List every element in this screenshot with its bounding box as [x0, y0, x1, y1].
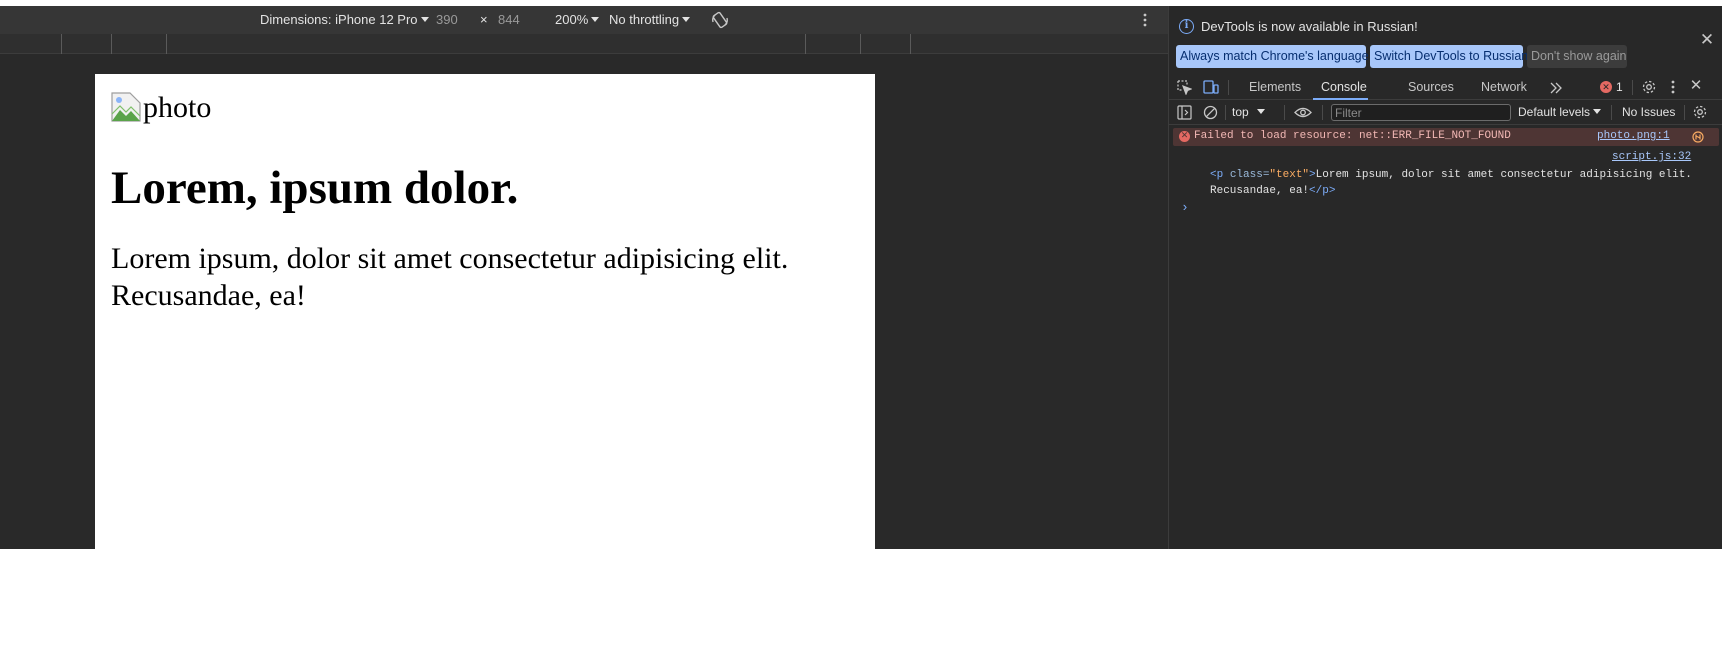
error-icon: ✕ — [1179, 131, 1190, 142]
language-info-bar: i DevTools is now available in Russian! … — [1169, 6, 1722, 74]
more-options-icon[interactable] — [1137, 12, 1153, 28]
chevron-down-icon — [1593, 109, 1602, 114]
console-messages: ✕ Failed to load resource: net::ERR_FILE… — [1169, 126, 1722, 549]
toolbar-divider — [1225, 105, 1226, 120]
log-source-link[interactable]: script.js:32 — [1612, 151, 1691, 163]
devtools-panel: i DevTools is now available in Russian! … — [1168, 6, 1722, 549]
clear-console-icon[interactable] — [1203, 105, 1218, 120]
page-paragraph: Lorem ipsum, dolor sit amet consectetur … — [111, 242, 789, 312]
console-prompt[interactable]: › — [1181, 200, 1189, 215]
sidebar-toggle-icon[interactable] — [1177, 105, 1192, 120]
tab-console[interactable]: Console — [1321, 80, 1367, 94]
toolbar-divider — [1684, 105, 1685, 120]
zoom-label: 200% — [555, 12, 589, 27]
image-alt-text: photo — [143, 91, 212, 124]
log-close-tag: </p> — [1309, 185, 1336, 197]
console-error-message: ✕ Failed to load resource: net::ERR_FILE… — [1173, 128, 1719, 146]
toolbar-divider — [1322, 105, 1323, 120]
error-source-link[interactable]: photo.png:1 — [1597, 130, 1670, 142]
media-query-bar — [0, 34, 1168, 54]
broken-image-icon — [111, 92, 141, 122]
dont-show-again-button[interactable]: Don't show again — [1527, 45, 1627, 68]
devtools-tab-bar: Elements Console Sources Network ✕ 1 ✕ — [1169, 74, 1722, 100]
page-heading: Lorem, ipsum dolor. — [111, 162, 519, 214]
log-levels-dropdown[interactable]: Default levels — [1518, 105, 1602, 119]
error-count-icon[interactable]: ✕ — [1600, 81, 1612, 93]
more-tabs-icon[interactable] — [1549, 82, 1563, 94]
rotate-icon[interactable] — [711, 11, 729, 29]
tab-sources[interactable]: Sources — [1408, 80, 1454, 94]
media-query-divider — [910, 34, 911, 54]
media-query-divider — [805, 34, 806, 54]
chevron-down-icon — [1256, 109, 1265, 114]
device-toolbar: Dimensions: iPhone 12 Pro 390 × 844 200%… — [0, 6, 1168, 34]
toolbar-divider — [1228, 80, 1229, 95]
info-bar-message: DevTools is now available in Russian! — [1201, 19, 1418, 34]
device-dimensions-label: Dimensions: iPhone 12 Pro — [260, 12, 418, 27]
devtools-menu-icon[interactable] — [1665, 79, 1681, 95]
toolbar-divider — [1611, 105, 1612, 120]
chevron-down-icon — [682, 17, 691, 22]
device-height-input[interactable]: 844 — [498, 12, 520, 27]
device-dimensions-dropdown[interactable]: Dimensions: iPhone 12 Pro — [260, 12, 429, 27]
console-settings-gear-icon[interactable] — [1692, 104, 1708, 120]
throttling-label: No throttling — [609, 12, 680, 27]
error-count[interactable]: 1 — [1616, 80, 1623, 94]
context-selector[interactable]: top — [1232, 105, 1265, 119]
close-icon[interactable]: ✕ — [1699, 31, 1715, 48]
log-text-line1: Lorem ipsum, dolor sit amet consectetur … — [1315, 169, 1692, 181]
log-open-tag: <p — [1210, 169, 1224, 181]
zoom-dropdown[interactable]: 200% — [555, 12, 600, 27]
chevron-down-icon — [591, 17, 600, 22]
live-expression-eye-icon[interactable] — [1294, 106, 1312, 119]
device-emulation-area: Dimensions: iPhone 12 Pro 390 × 844 200%… — [0, 6, 1168, 549]
console-log-entry[interactable]: <p class="text">Lorem ipsum, dolor sit a… — [1210, 167, 1710, 199]
tab-network[interactable]: Network — [1481, 80, 1527, 94]
log-attr-value: "text" — [1269, 169, 1310, 181]
media-query-divider — [61, 34, 62, 54]
device-toolbar-toggle-icon[interactable] — [1203, 80, 1219, 95]
tab-elements[interactable]: Elements — [1249, 80, 1301, 94]
throttling-dropdown[interactable]: No throttling — [609, 12, 691, 27]
log-levels-label: Default levels — [1518, 105, 1591, 119]
settings-gear-icon[interactable] — [1641, 79, 1657, 95]
device-width-input[interactable]: 390 — [436, 12, 458, 27]
issues-counter[interactable]: No Issues — [1622, 105, 1675, 119]
close-devtools-icon[interactable]: ✕ — [1688, 78, 1704, 94]
dimension-separator: × — [480, 12, 488, 27]
log-attr-name: class= — [1229, 169, 1270, 181]
context-label: top — [1232, 105, 1249, 119]
always-match-language-button[interactable]: Always match Chrome's language — [1176, 45, 1369, 68]
inspect-element-icon[interactable] — [1177, 80, 1193, 96]
error-message-text: Failed to load resource: net::ERR_FILE_N… — [1194, 130, 1511, 142]
toolbar-divider — [1284, 105, 1285, 120]
chevron-down-icon — [420, 17, 429, 22]
info-icon: i — [1179, 19, 1194, 34]
log-tag-end: > — [1309, 169, 1316, 181]
console-filter-input[interactable] — [1331, 104, 1511, 121]
media-query-divider — [166, 34, 167, 54]
toolbar-divider — [1632, 80, 1633, 95]
network-request-icon[interactable] — [1692, 131, 1704, 143]
media-query-divider — [111, 34, 112, 54]
emulated-page-viewport: photo Lorem, ipsum dolor. Lorem ipsum, d… — [95, 74, 875, 549]
log-text-line2: Recusandae, ea! — [1210, 185, 1310, 197]
console-toolbar: top Default levels No Issues — [1169, 100, 1722, 125]
media-query-divider — [860, 34, 861, 54]
switch-to-russian-button[interactable]: Switch DevTools to Russian — [1370, 45, 1528, 68]
